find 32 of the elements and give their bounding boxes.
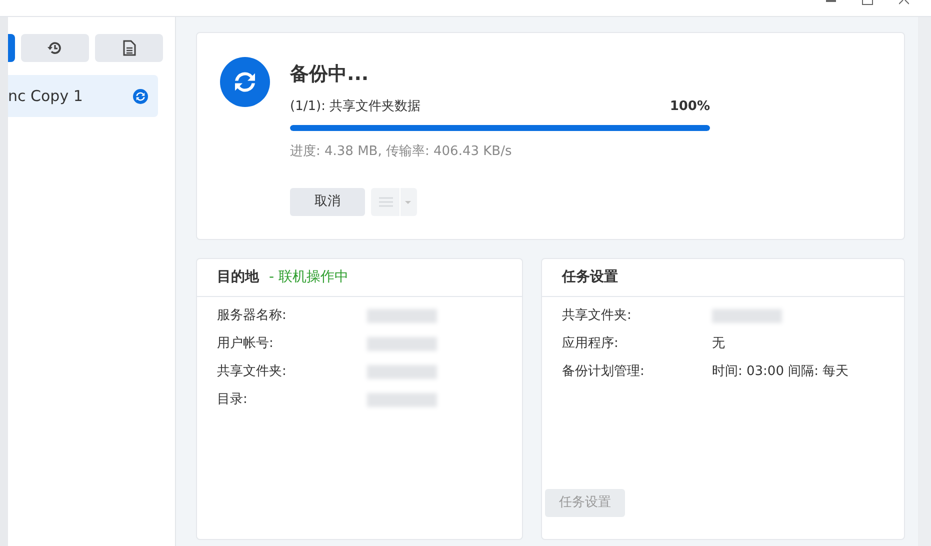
- field-label: 应用程序:: [562, 334, 620, 353]
- step-label: (1/1): 共享文件夹数据: [290, 98, 421, 116]
- connection-status: - 联机操作中: [269, 268, 349, 287]
- status-title: 备份中...: [290, 62, 370, 87]
- minimize-icon[interactable]: [826, 0, 836, 4]
- sync-icon: [220, 57, 270, 107]
- field-label: 备份计划管理:: [562, 362, 646, 381]
- percent-label: 100%: [670, 98, 710, 116]
- cancel-button[interactable]: 取消: [290, 188, 365, 216]
- field-value: 无: [712, 334, 725, 353]
- field-value: 时间: 03:00 间隔: 每天: [712, 362, 849, 381]
- card-title: 任务设置: [562, 268, 618, 287]
- task-list-item[interactable]: nc Copy 1: [8, 75, 158, 117]
- redacted-value: [367, 364, 437, 378]
- sidebar-tab[interactable]: [8, 34, 15, 62]
- transfer-detail: 进度: 4.38 MB, 传输率: 406.43 KB/s: [290, 143, 513, 161]
- redacted-value: [367, 308, 437, 322]
- close-icon[interactable]: [899, 0, 909, 5]
- field-label: 服务器名称:: [217, 306, 288, 325]
- document-icon: [122, 40, 136, 56]
- field-label: 共享文件夹:: [217, 362, 288, 381]
- redacted-value: [367, 392, 437, 406]
- field-label: 目录:: [217, 390, 248, 409]
- history-icon: [47, 40, 63, 56]
- field-label: 用户帐号:: [217, 334, 274, 353]
- maximize-icon[interactable]: [862, 0, 873, 5]
- redacted-value: [367, 336, 437, 350]
- field-label: 共享文件夹:: [562, 306, 632, 325]
- card-title: 目的地: [217, 268, 259, 287]
- sidebar-tab[interactable]: [95, 34, 163, 62]
- redacted-value: [712, 308, 782, 322]
- sidebar-tab[interactable]: [21, 34, 89, 62]
